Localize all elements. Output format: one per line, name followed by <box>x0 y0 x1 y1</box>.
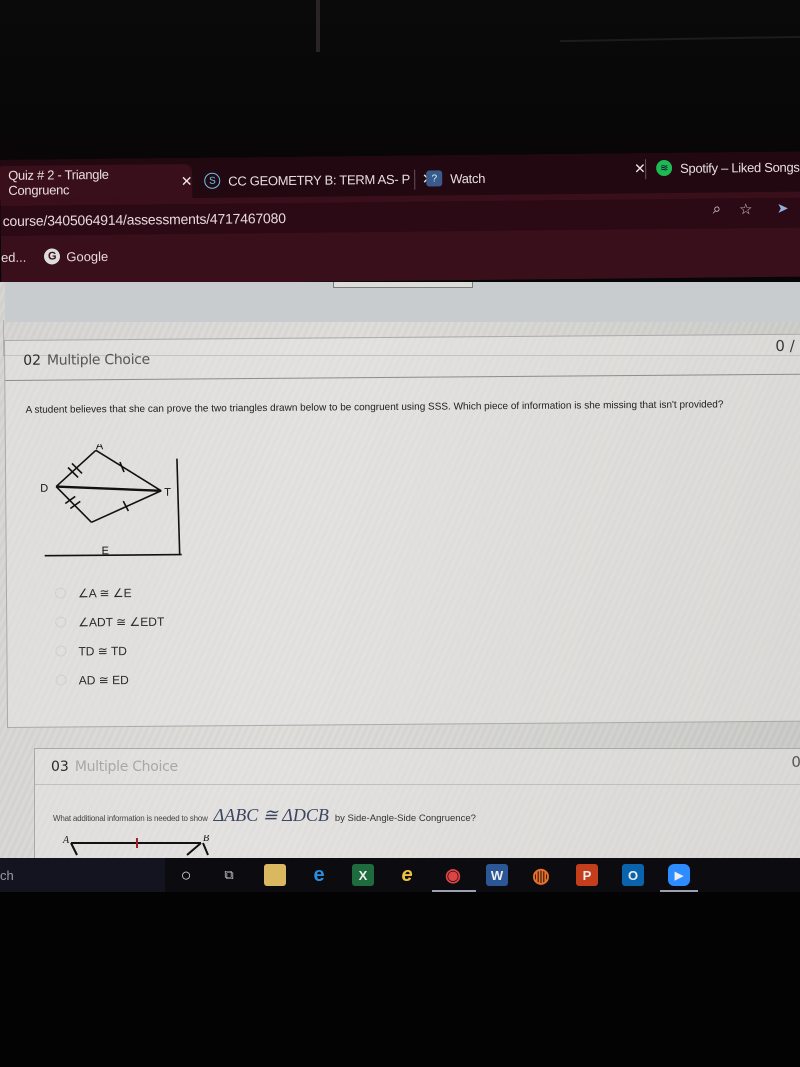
powerpoint-icon[interactable]: P <box>576 864 598 886</box>
kite-figure: A D T E <box>40 444 182 557</box>
word-icon[interactable]: W <box>486 864 508 886</box>
taskbar-search[interactable]: ch <box>0 858 165 892</box>
label-T: T <box>164 487 171 499</box>
segment-DT <box>56 485 162 492</box>
outlook-icon[interactable]: O <box>622 864 644 886</box>
question-header: 03 Multiple Choice <box>35 749 800 785</box>
label-D: D <box>40 483 48 495</box>
close-icon[interactable]: ✕ <box>181 172 193 189</box>
option-label: ∠A ≅ ∠E <box>77 585 132 600</box>
radio-button[interactable] <box>54 587 67 599</box>
address-url: course/3405064914/assessments/4717467080 <box>2 210 286 229</box>
tab-watch[interactable]: ? Watch <box>426 161 485 196</box>
question-score: 0 / 1 <box>791 753 800 771</box>
prompt-start: What additional information is needed to… <box>53 814 208 823</box>
radio-button[interactable] <box>55 616 67 628</box>
file-explorer-icon[interactable]: ▬ <box>264 864 286 886</box>
tab-spotify[interactable]: ≋ Spotify – Liked Songs <box>656 150 800 186</box>
option-label: AD ≅ ED <box>78 672 129 687</box>
previous-answer-box <box>333 282 473 288</box>
tab-strip: Quiz # 2 - Triangle Congruenc ✕ S CC GEO… <box>0 150 800 201</box>
tab-quiz[interactable]: Quiz # 2 - Triangle Congruenc ✕ <box>0 163 193 201</box>
excel-icon[interactable]: X <box>352 864 374 886</box>
bezel-reflection <box>316 0 320 52</box>
answer-option[interactable]: AD ≅ ED <box>55 665 165 695</box>
answer-option[interactable]: TD ≅ TD <box>55 636 164 666</box>
prompt-end: by Side-Angle-Side Congruence? <box>334 813 476 824</box>
previous-question-footer <box>5 282 800 322</box>
photo-background: Quiz # 2 - Triangle Congruenc ✕ S CC GEO… <box>0 0 800 1067</box>
chrome-icon[interactable]: ◉ <box>442 864 464 886</box>
schoology-icon: S <box>204 172 221 189</box>
bookmarks-bar: ed... G Google <box>1 241 109 272</box>
bounding-right <box>176 458 181 555</box>
bounding-bottom <box>44 553 182 557</box>
segment-AT <box>95 449 162 492</box>
question-type: Multiple Choice <box>46 351 151 369</box>
cortana-icon[interactable]: ○ <box>175 864 197 886</box>
monitor-bottom-bezel <box>0 892 800 1067</box>
tab-title: Watch <box>450 170 486 186</box>
segment-BC <box>202 842 209 856</box>
address-bar-actions: ⌕ ☆ <box>713 200 753 218</box>
segment-left <box>70 842 78 856</box>
tab-title: CC GEOMETRY B: TERM AS- P <box>228 171 411 189</box>
question-card-02: 02 Multiple Choice 0 / 1 A student belie… <box>4 333 800 728</box>
question-number: 02 <box>23 352 42 369</box>
answer-option[interactable]: ∠ADT ≅ ∠EDT <box>55 607 164 637</box>
bookmark-google[interactable]: G Google <box>44 248 108 265</box>
star-icon[interactable]: ☆ <box>739 200 753 218</box>
parallelogram-figure: A B <box>62 835 209 856</box>
close-icon[interactable]: ✕ <box>634 160 646 177</box>
spotify-icon: ≋ <box>656 159 673 177</box>
question-score: 0 / 1 <box>775 336 800 355</box>
tab-cc-geometry[interactable]: S CC GEOMETRY B: TERM AS- P ✕ <box>204 161 434 197</box>
monitor-bezel <box>0 0 800 160</box>
radio-button[interactable] <box>55 645 67 657</box>
browser-chrome: Quiz # 2 - Triangle Congruenc ✕ S CC GEO… <box>0 150 800 285</box>
tab-separator <box>645 159 647 180</box>
segment-DE <box>55 486 93 523</box>
answer-options: ∠A ≅ ∠E ∠ADT ≅ ∠EDT TD ≅ TD AD ≅ ED <box>54 578 165 695</box>
search-text: ch <box>0 867 14 883</box>
option-label: ∠ADT ≅ ∠EDT <box>78 614 165 629</box>
tab-close-watch[interactable]: ✕ <box>622 151 646 185</box>
internet-explorer-icon[interactable]: e <box>396 864 418 886</box>
prompt-math: ΔABC ≅ ΔDCB <box>213 805 329 825</box>
radio-button[interactable] <box>55 674 67 686</box>
assessment-page: 02 Multiple Choice 0 / 1 A student belie… <box>0 282 800 860</box>
edge-icon[interactable]: e <box>308 864 330 886</box>
tab-separator <box>414 169 416 190</box>
bookmark-label: Google <box>66 248 109 264</box>
segment-right <box>186 842 202 856</box>
google-icon: G <box>44 248 61 265</box>
question-card-03: 03 Multiple Choice 0 / 1 What additional… <box>34 748 800 860</box>
label-A: A <box>96 444 104 453</box>
bookmark-truncated[interactable]: ed... <box>1 249 26 264</box>
option-label: TD ≅ TD <box>78 643 127 658</box>
question-prompt: A student believes that she can prove th… <box>25 399 724 416</box>
question-type: Multiple Choice <box>74 758 178 775</box>
label-B: B <box>203 835 209 844</box>
answer-option[interactable]: ∠A ≅ ∠E <box>54 578 164 608</box>
watch-icon: ? <box>426 170 443 187</box>
task-view-icon[interactable]: ⧉ <box>218 864 240 886</box>
zoom-app-icon[interactable]: ▶ <box>668 864 690 886</box>
question-header: 02 Multiple Choice <box>5 334 800 381</box>
address-bar[interactable]: course/3405064914/assessments/4717467080 <box>0 197 800 236</box>
tab-title: Spotify – Liked Songs <box>680 159 800 176</box>
question-prompt: What additional information is needed to… <box>53 805 476 826</box>
firefox-icon[interactable]: ◍ <box>530 864 552 887</box>
tab-title: Quiz # 2 - Triangle Congruenc <box>8 166 109 198</box>
extension-icon[interactable]: ➤ <box>777 200 789 217</box>
zoom-icon[interactable]: ⌕ <box>713 200 722 218</box>
windows-taskbar: ch ○ ⧉ ▬ e X e ◉ W ◍ P O ▶ <box>0 858 800 892</box>
question-number: 03 <box>51 758 69 775</box>
label-A: A <box>62 835 70 846</box>
label-E: E <box>102 545 109 557</box>
